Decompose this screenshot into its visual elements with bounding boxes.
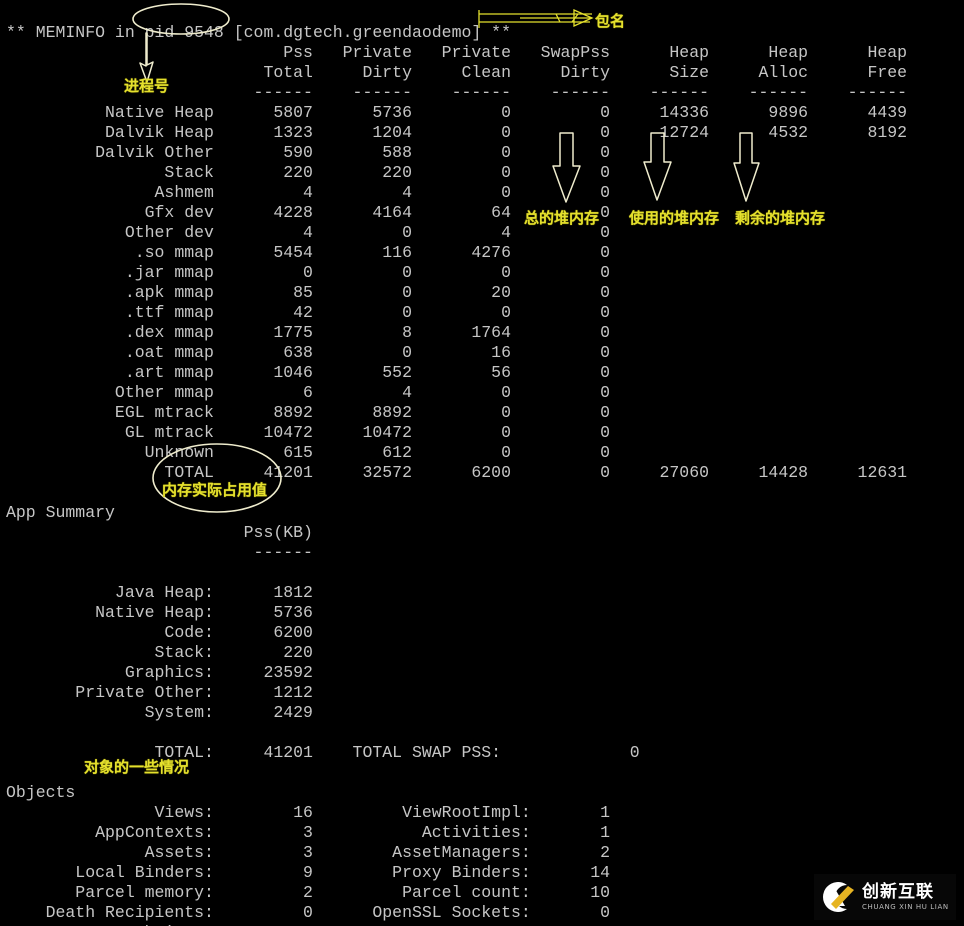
- terminal-output: ** MEMINFO in pid 9548 [com.dgtech.green…: [6, 22, 908, 926]
- watermark-logo: 创新互联 CHUANG XIN HU LIAN: [814, 874, 956, 920]
- terminal-screenshot: ** MEMINFO in pid 9548 [com.dgtech.green…: [0, 0, 964, 926]
- watermark-text: 创新互联 CHUANG XIN HU LIAN: [862, 881, 949, 912]
- watermark-mark-icon: [814, 876, 856, 918]
- watermark-en: CHUANG XIN HU LIAN: [862, 902, 949, 911]
- watermark-cn: 创新互联: [862, 881, 934, 902]
